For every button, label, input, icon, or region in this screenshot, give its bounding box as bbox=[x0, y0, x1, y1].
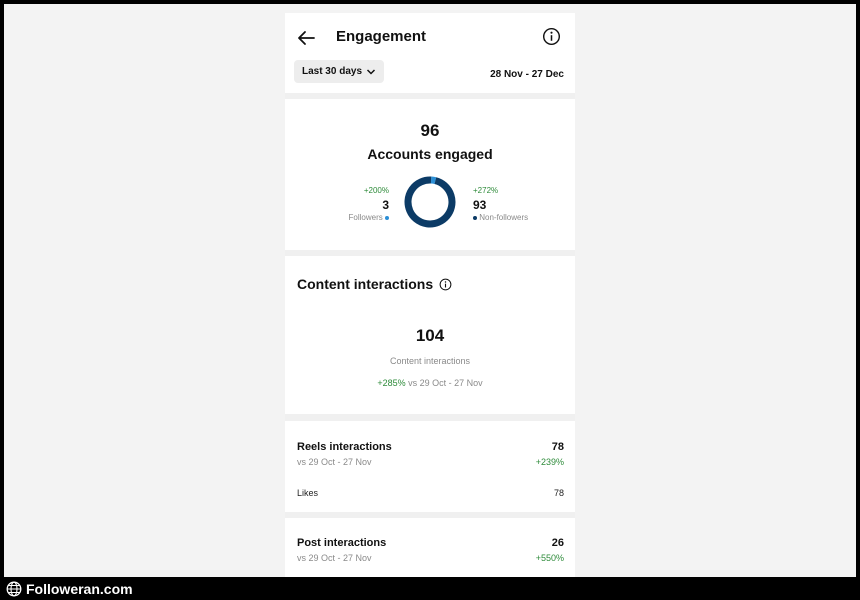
post-interactions-value: 26 bbox=[551, 537, 564, 549]
phone-screen: Engagement Last 30 days 28 Nov - 27 Dec … bbox=[285, 13, 575, 577]
non-followers-count: 93 bbox=[473, 198, 487, 212]
followers-dot bbox=[385, 215, 389, 220]
watermark: Followeran.com bbox=[6, 581, 133, 597]
info-icon[interactable] bbox=[439, 278, 452, 291]
non-followers-label: Non-followers bbox=[479, 213, 529, 222]
accounts-engaged-count: 96 bbox=[420, 121, 440, 140]
reels-interactions-title: Reels interactions bbox=[297, 441, 392, 453]
reels-interactions-card[interactable]: Reels interactions vs 29 Oct - 27 Nov 78… bbox=[285, 421, 575, 512]
reels-interactions-period: vs 29 Oct - 27 Nov bbox=[297, 457, 372, 467]
accounts-engaged-label: Accounts engaged bbox=[367, 146, 493, 162]
donut-slice-followers bbox=[430, 176, 437, 185]
info-icon[interactable] bbox=[542, 27, 561, 46]
content-interactions-card: Content interactions 104 Content interac… bbox=[285, 256, 575, 414]
reels-interactions-change: +239% bbox=[535, 457, 564, 467]
followers-label: Followers bbox=[348, 213, 383, 222]
accounts-engaged-card: 96 Accounts engaged +200% 3 Followers +2… bbox=[285, 99, 575, 250]
followers-count: 3 bbox=[382, 198, 389, 212]
top-bar: Engagement Last 30 days 28 Nov - 27 Dec bbox=[285, 13, 575, 93]
date-range-dropdown[interactable]: Last 30 days bbox=[294, 60, 384, 83]
chevron-down-icon bbox=[366, 68, 376, 75]
screenshot-stage: Engagement Last 30 days 28 Nov - 27 Dec … bbox=[4, 4, 856, 577]
content-interactions-comparison: +285% vs 29 Oct - 27 Nov bbox=[285, 378, 575, 388]
post-interactions-card[interactable]: Post interactions vs 29 Oct - 27 Nov 26 … bbox=[285, 518, 575, 577]
reels-interactions-value: 78 bbox=[551, 441, 564, 453]
content-interactions-title: Content interactions bbox=[297, 276, 434, 292]
content-interactions-heading: Content interactions bbox=[297, 276, 452, 292]
followers-change: +200% bbox=[363, 186, 389, 195]
followers-legend: Followers bbox=[349, 213, 389, 222]
post-interactions-period: vs 29 Oct - 27 Nov bbox=[297, 553, 372, 563]
non-followers-dot bbox=[473, 215, 477, 220]
watermark-text: Followeran.com bbox=[26, 581, 133, 597]
globe-icon bbox=[6, 581, 22, 597]
post-interactions-change: +550% bbox=[535, 553, 564, 563]
post-interactions-title: Post interactions bbox=[297, 537, 387, 549]
donut-slice-non-followers bbox=[404, 176, 456, 228]
likes-value: 78 bbox=[553, 488, 564, 498]
likes-label: Likes bbox=[297, 488, 319, 498]
content-interactions-change: +285% bbox=[377, 378, 406, 388]
date-range-dropdown-label: Last 30 days bbox=[301, 66, 363, 77]
non-followers-change: +272% bbox=[473, 186, 499, 195]
arrow-left-icon[interactable] bbox=[296, 28, 316, 48]
content-interactions-label: Content interactions bbox=[389, 356, 471, 366]
content-interactions-count: 104 bbox=[415, 326, 445, 345]
non-followers-legend: Non-followers bbox=[473, 213, 528, 222]
engagement-donut-chart bbox=[404, 176, 456, 228]
page-title: Engagement bbox=[336, 28, 427, 45]
date-range-text: 28 Nov - 27 Dec bbox=[490, 69, 564, 80]
content-interactions-period: vs 29 Oct - 27 Nov bbox=[405, 378, 483, 388]
